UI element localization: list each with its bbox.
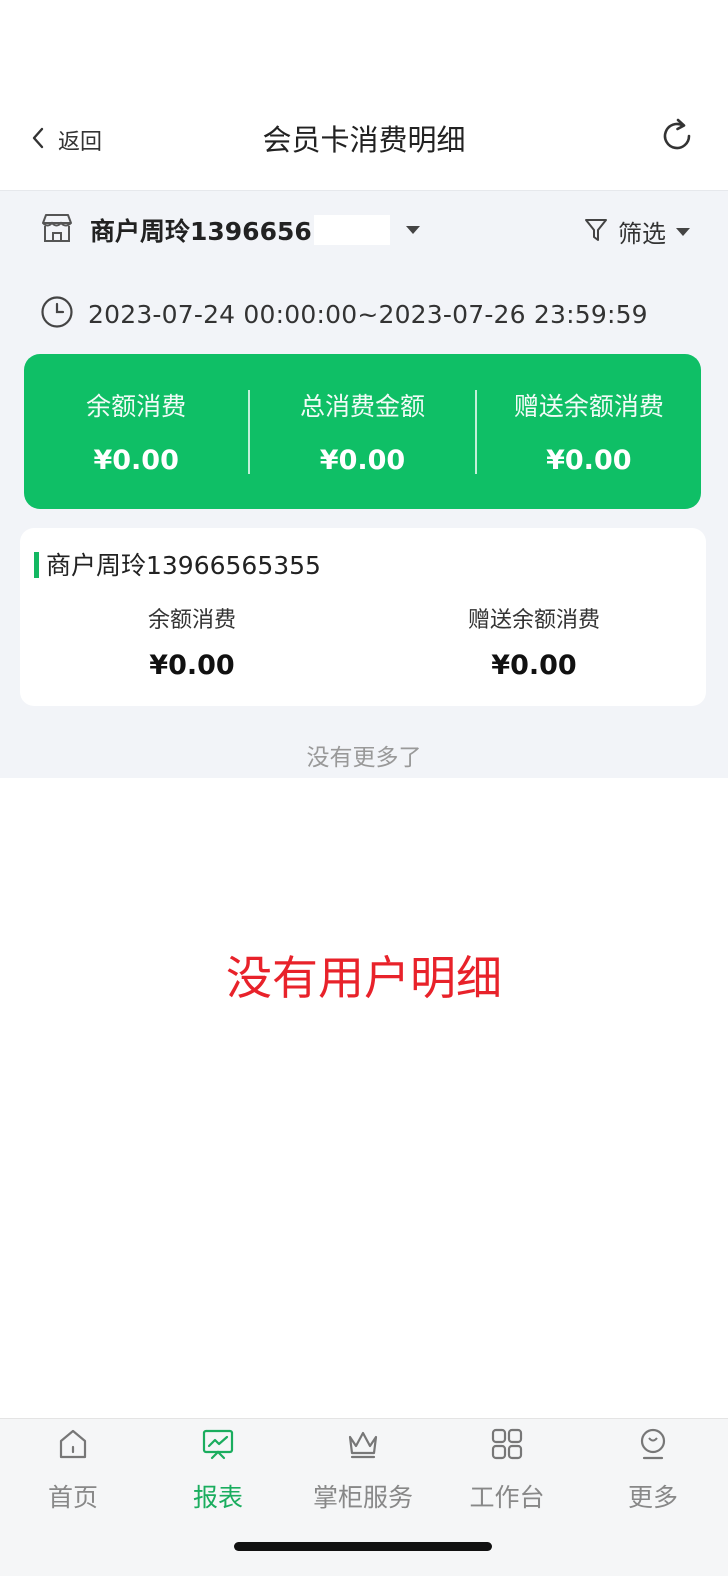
grid-icon [434,1426,580,1462]
page-title: 会员卡消费明细 [262,123,466,157]
date-range-text: 2023-07-24 00:00:00~2023-07-26 23:59:59 [88,299,648,329]
refresh-icon[interactable] [656,115,698,157]
detail-label: 赠送余额消费 [467,608,600,633]
detail-value: ¥0.00 [149,650,235,681]
tab-label: 报表 [192,1483,243,1512]
summary-value: ¥0.00 [546,445,632,476]
merchant-name: 商户周玲1396656 [90,217,312,246]
detail-label: 余额消费 [147,608,236,633]
accent-bar [34,552,39,578]
detail-value: ¥0.00 [491,650,577,681]
merchant-detail-card[interactable]: 商户周玲13966565355 余额消费 ¥0.00 赠送余额消费 ¥0.00 [20,528,706,706]
summary-label: 赠送余额消费 [513,392,664,421]
summary-balance: 余额消费 ¥0.00 [24,387,248,476]
filter-label: 筛选 [618,220,666,248]
summary-value: ¥0.00 [93,445,179,476]
detail-merchant-name: 商户周玲13966565355 [46,551,321,580]
tab-workbench[interactable]: 工作台 [434,1426,580,1514]
more-icon [580,1426,726,1462]
summary-label: 总消费金额 [299,392,425,421]
summary-value: ¥0.00 [319,445,406,476]
tab-label: 掌柜服务 [312,1483,413,1512]
tab-label: 首页 [47,1483,98,1512]
caret-down-icon [676,227,690,236]
summary-total: 总消费金额 ¥0.00 [250,387,474,476]
tab-report[interactable]: 报表 [145,1426,291,1514]
filter-icon [584,217,608,247]
tab-label: 更多 [627,1483,678,1512]
summary-card: 余额消费 ¥0.00 总消费金额 ¥0.00 赠送余额消费 ¥0.00 [24,354,701,509]
store-icon [40,212,74,248]
summary-gift: 赠送余额消费 ¥0.00 [477,387,701,476]
filter-button[interactable]: 筛选 [584,214,690,249]
redaction-mask [313,215,390,245]
report-icon [145,1426,291,1462]
summary-label: 余额消费 [86,392,187,421]
tab-more[interactable]: 更多 [580,1426,726,1514]
caret-down-icon [405,226,420,234]
tab-label: 工作台 [469,1483,545,1512]
detail-balance: 余额消费 ¥0.00 [42,602,342,681]
tab-home[interactable]: 首页 [0,1426,146,1514]
clock-icon [40,295,74,333]
merchant-selector[interactable]: 商户周玲1396656 [40,212,420,248]
date-range[interactable]: 2023-07-24 00:00:00~2023-07-26 23:59:59 [40,295,648,333]
list-end-text: 没有更多了 [306,745,422,771]
home-indicator [234,1542,492,1551]
annotation-text: 没有用户明细 [226,951,502,1005]
home-icon [0,1426,146,1462]
detail-gift: 赠送余额消费 ¥0.00 [384,602,684,681]
crown-icon [290,1426,436,1462]
tab-service[interactable]: 掌柜服务 [290,1426,436,1514]
